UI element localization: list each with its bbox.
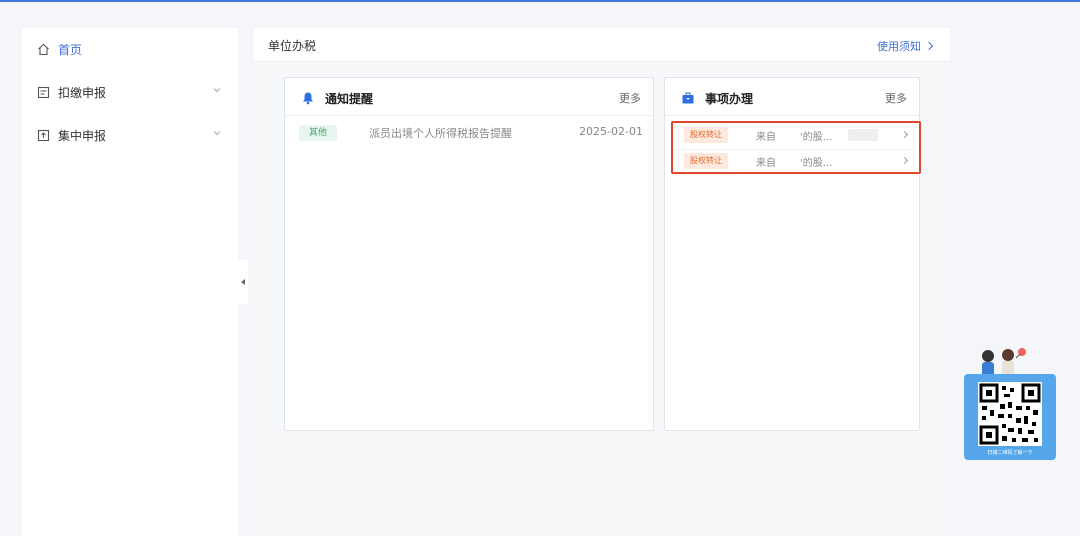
report-icon: [36, 85, 50, 99]
from-label: 来自: [756, 132, 776, 143]
sidebar-item-home[interactable]: 首页: [22, 34, 238, 64]
from-label: 来自: [756, 158, 776, 169]
category-badge: 其他: [299, 125, 338, 141]
page-title: 单位办税: [268, 39, 317, 53]
sidebar-item-label: 扣缴申报: [58, 85, 107, 100]
sidebar-item-label: 集中申报: [58, 128, 107, 143]
redacted-text: [848, 129, 878, 141]
home-icon: [36, 42, 50, 56]
category-badge: 股权转让: [684, 153, 728, 169]
chevron-right-icon: [900, 130, 909, 139]
notice-text: 派员出境个人所得税报告提醒: [369, 127, 512, 140]
usage-notes-label: 使用须知: [877, 40, 921, 53]
list-item[interactable]: 股权转让 来自 '的股...: [673, 124, 913, 146]
notice-card-title: 通知提醒: [325, 92, 374, 106]
briefcase-icon: [682, 92, 694, 104]
affairs-card: 事项办理 更多 股权转让 来自 '的股... 股权转让 来自 '的股...: [664, 77, 921, 431]
main-header: 单位办税 使用须知: [254, 28, 950, 62]
chevron-right-icon: [924, 41, 934, 51]
sidebar-collapse-toggle[interactable]: [238, 260, 248, 304]
from-value: '的股...: [800, 132, 833, 143]
notice-date: 2025-02-01: [579, 125, 643, 138]
main-panel: 单位办税 使用须知 通知提醒 更多 其他 派员出境个人所得税报告提醒 2025-…: [254, 28, 950, 536]
chevron-left-icon: [241, 279, 245, 285]
chevron-down-icon: [213, 88, 221, 93]
sidebar: 首页 扣缴申报 集中申报: [22, 28, 238, 536]
notice-card: 通知提醒 更多 其他 派员出境个人所得税报告提醒 2025-02-01: [284, 77, 654, 431]
sidebar-item-label: 首页: [58, 42, 83, 57]
sidebar-item-withholding-report[interactable]: 扣缴申报: [22, 77, 238, 107]
affairs-card-header: 事项办理 更多: [665, 78, 919, 116]
category-badge: 股权转让: [684, 127, 728, 143]
qr-widget[interactable]: 扫描二维码了解一下: [964, 346, 1056, 460]
qr-card: 扫描二维码了解一下: [964, 374, 1056, 460]
notice-more-link[interactable]: 更多: [619, 90, 641, 106]
chevron-down-icon: [213, 131, 221, 136]
chevron-right-icon: [900, 156, 909, 165]
from-value: '的股...: [800, 158, 833, 169]
qr-caption: 扫描二维码了解一下: [987, 450, 1033, 456]
affairs-more-link[interactable]: 更多: [885, 90, 907, 106]
bell-icon: [303, 92, 313, 105]
affairs-card-title: 事项办理: [705, 92, 754, 106]
main-body: 通知提醒 更多 其他 派员出境个人所得税报告提醒 2025-02-01 事项办理…: [254, 62, 950, 536]
list-item[interactable]: 股权转让 来自 '的股...: [673, 149, 913, 171]
list-item[interactable]: 其他 派员出境个人所得税报告提醒 2025-02-01: [285, 122, 653, 142]
upload-icon: [36, 128, 50, 142]
qr-code-icon: [978, 382, 1042, 446]
usage-notes-link[interactable]: 使用须知: [877, 38, 934, 54]
sidebar-item-centralized-report[interactable]: 集中申报: [22, 120, 238, 150]
top-accent-line: [0, 0, 1080, 2]
notice-card-header: 通知提醒 更多: [285, 78, 653, 116]
